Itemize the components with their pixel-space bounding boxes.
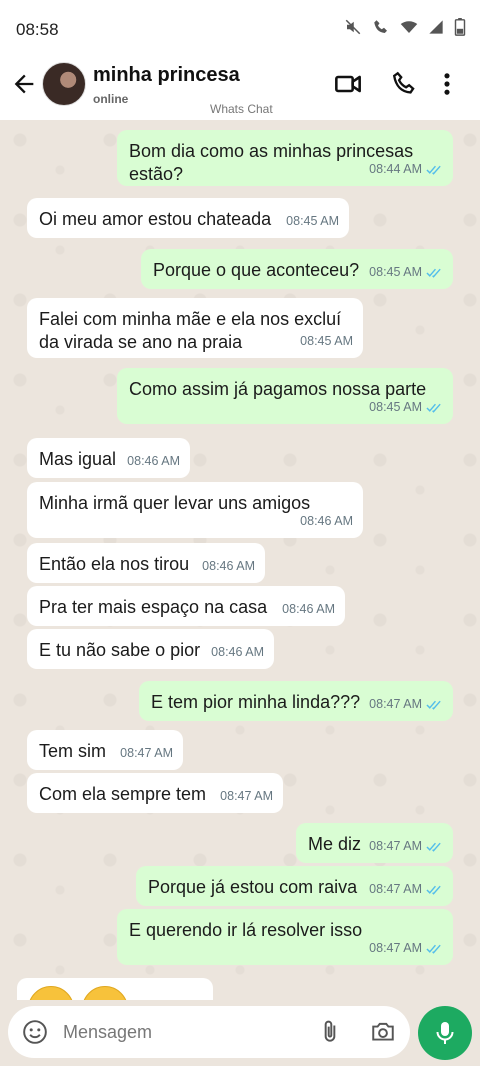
message-time: 08:45 AM (286, 214, 339, 228)
message-incoming[interactable]: Oi meu amor estou chateada 08:45 AM (27, 198, 349, 238)
message-meta: 08:45 AM (286, 210, 339, 233)
message-text: Minha irmã quer levar uns amigos (39, 493, 311, 513)
wifi-call-icon (374, 20, 387, 33)
message-incoming[interactable]: E tu não sabe o pior 08:46 AM (27, 629, 274, 669)
message-meta: 08:45 AM (300, 330, 353, 353)
message-text: Oi meu amor estou chateada (39, 209, 272, 229)
message-input[interactable]: Mensagem (8, 1006, 410, 1058)
message-outgoing[interactable]: E tem pior minha linda??? 08:47 AM (139, 681, 453, 721)
message-meta: 08:45 AM (369, 261, 443, 284)
message-text: Pra ter mais espaço na casa (39, 597, 268, 617)
smiling-face-emoji-icon (28, 986, 74, 1000)
message-outgoing[interactable]: Porque o que aconteceu? 08:45 AM (141, 249, 453, 289)
read-receipt-icon (426, 403, 441, 413)
message-incoming[interactable]: Mas igual 08:46 AM (27, 438, 190, 478)
message-text: Com ela sempre tem (39, 784, 207, 804)
message-text: E tem pior minha linda??? (151, 692, 361, 712)
message-time: 08:45 AM (369, 400, 422, 414)
mic-button[interactable] (418, 1006, 472, 1060)
message-meta: 08:47 AM (369, 693, 443, 716)
message-time: 08:47 AM (369, 941, 422, 955)
more-options-icon[interactable] (433, 70, 461, 98)
avatar[interactable] (42, 62, 86, 106)
message-outgoing[interactable]: Me diz 08:47 AM (296, 823, 453, 863)
read-receipt-icon (426, 165, 441, 175)
message-text: Mas igual (39, 449, 117, 469)
message-incoming[interactable]: Minha irmã quer levar uns amigos 08:46 A… (27, 482, 363, 538)
contact-name[interactable]: minha princesa (93, 64, 240, 87)
back-arrow-icon[interactable] (10, 70, 38, 98)
message-meta: 08:47 AM (369, 937, 443, 960)
message-meta: 08:46 AM (300, 510, 353, 533)
battery-icon (454, 18, 466, 36)
voice-call-icon[interactable] (390, 70, 418, 98)
message-meta: 08:46 AM (282, 598, 335, 621)
message-meta: 08:47 AM (369, 878, 443, 901)
message-meta: 08:46 AM (127, 450, 180, 473)
message-meta: 08:44 AM (369, 158, 443, 181)
chat-header: minha princesa online Whats Chat (0, 58, 480, 120)
message-time: 08:47 AM (220, 789, 273, 803)
message-time: 08:47 AM (369, 882, 422, 896)
camera-icon[interactable] (370, 1019, 396, 1045)
message-input-placeholder: Mensagem (63, 1022, 153, 1042)
video-call-icon[interactable] (334, 70, 362, 98)
message-time: 08:47 AM (369, 697, 422, 711)
message-text: Porque já estou com raiva (148, 877, 358, 897)
message-incoming[interactable]: Tem sim 08:47 AM (27, 730, 183, 770)
contact-status: online (93, 92, 129, 106)
message-meta: 08:45 AM (369, 396, 443, 419)
message-time: 08:46 AM (282, 602, 335, 616)
message-outgoing[interactable]: Porque já estou com raiva 08:47 AM (136, 866, 453, 906)
read-receipt-icon (426, 700, 441, 710)
status-icons (344, 18, 466, 36)
message-incoming[interactable]: Então ela nos tirou 08:46 AM (27, 543, 265, 583)
message-meta: 08:47 AM (220, 785, 273, 808)
message-time: 08:46 AM (127, 454, 180, 468)
message-text: Porque o que aconteceu? (153, 260, 360, 280)
message-text: E tu não sabe o pior (39, 640, 201, 660)
message-time: 08:47 AM (120, 746, 173, 760)
message-meta: 08:47 AM (120, 742, 173, 765)
chat-area[interactable]: Bom dia como as minhas princesas estão? … (0, 120, 480, 1000)
message-time: 08:44 AM (369, 162, 422, 176)
message-outgoing[interactable]: E querendo ir lá resolver isso 08:47 AM (117, 909, 453, 965)
message-incoming[interactable]: Falei com minha mãe e ela nos excluí da … (27, 298, 363, 358)
mute-icon (345, 19, 361, 35)
microphone-icon (436, 1022, 454, 1044)
read-receipt-icon (426, 885, 441, 895)
wifi-icon (400, 21, 418, 33)
message-meta: 08:46 AM (202, 555, 255, 578)
emoji-icon[interactable] (22, 1019, 48, 1045)
app-label: Whats Chat (210, 102, 273, 116)
message-meta: 08:46 AM (211, 641, 264, 664)
signal-icon (429, 20, 443, 34)
smiling-face-emoji-icon (82, 986, 128, 1000)
message-time: 08:45 AM (369, 265, 422, 279)
message-incoming[interactable]: Pra ter mais espaço na casa 08:46 AM (27, 586, 345, 626)
message-text: E querendo ir lá resolver isso (129, 920, 363, 940)
status-time: 08:58 (16, 20, 59, 39)
status-bar: 08:58 (0, 0, 480, 58)
message-time: 08:46 AM (202, 559, 255, 573)
read-receipt-icon (426, 842, 441, 852)
read-receipt-icon (426, 268, 441, 278)
message-time: 08:47 AM (369, 839, 422, 853)
emoji-row (28, 986, 128, 1000)
message-time: 08:46 AM (300, 514, 353, 528)
message-incoming[interactable]: Com ela sempre tem 08:47 AM (27, 773, 283, 813)
message-time: 08:46 AM (211, 645, 264, 659)
read-receipt-icon (426, 944, 441, 954)
message-text: Tem sim (39, 741, 106, 761)
message-outgoing[interactable]: Bom dia como as minhas princesas estão? … (117, 130, 453, 186)
message-text: Me diz (308, 834, 362, 854)
attach-icon[interactable] (317, 1019, 343, 1045)
message-outgoing[interactable]: Como assim já pagamos nossa parte 08:45 … (117, 368, 453, 424)
message-text: Então ela nos tirou (39, 554, 190, 574)
composer-bar: Mensagem (0, 1000, 480, 1066)
message-meta: 08:47 AM (369, 835, 443, 858)
message-time: 08:45 AM (300, 334, 353, 348)
message-text: Falei com minha mãe e ela nos excluí da … (39, 309, 342, 352)
